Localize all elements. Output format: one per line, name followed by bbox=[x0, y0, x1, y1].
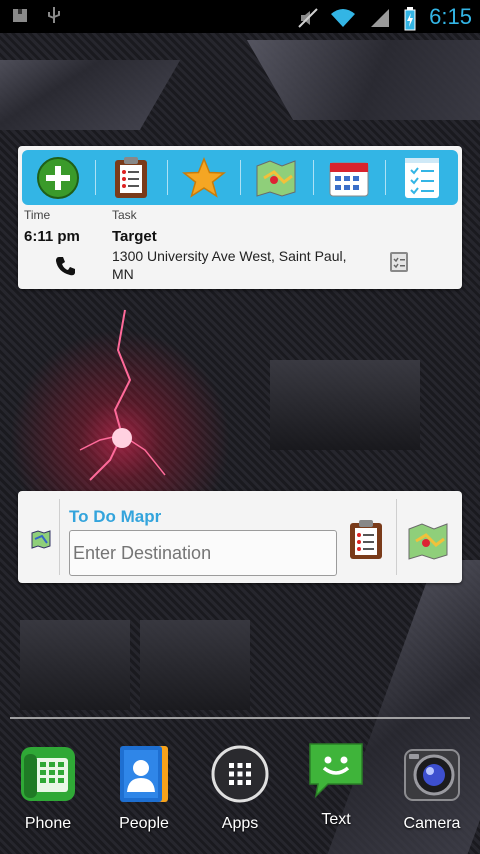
map-icon bbox=[256, 159, 296, 197]
dock-text[interactable]: Text bbox=[299, 740, 373, 829]
dock-label: Text bbox=[321, 811, 351, 828]
dock-label: Apps bbox=[221, 815, 259, 832]
status-bar: 6:15 bbox=[0, 0, 480, 33]
task-column-header: Task bbox=[112, 208, 137, 222]
mapr-widget: To Do Mapr bbox=[18, 491, 462, 583]
home-wallpaper bbox=[0, 0, 480, 854]
phone-icon bbox=[21, 747, 75, 801]
destination-input[interactable] bbox=[69, 530, 337, 576]
time-column-header: Time bbox=[24, 208, 51, 222]
dock-label: People bbox=[119, 815, 169, 832]
dock-phone[interactable]: Phone bbox=[11, 744, 85, 833]
signal-icon bbox=[369, 7, 391, 27]
dock-label: Camera bbox=[403, 815, 461, 832]
add-icon bbox=[37, 156, 80, 199]
apps-grid-icon bbox=[211, 745, 269, 803]
task-detail-button[interactable] bbox=[388, 250, 410, 279]
usb-icon bbox=[44, 6, 64, 26]
divider bbox=[59, 499, 60, 575]
map-button[interactable] bbox=[240, 150, 313, 205]
task-list-button[interactable] bbox=[348, 519, 384, 566]
star-icon bbox=[181, 156, 226, 198]
task-widget-toolbar bbox=[22, 150, 458, 205]
task-time: 6:11 pm bbox=[24, 228, 80, 245]
favorites-button[interactable] bbox=[167, 150, 240, 205]
mapr-settings-button[interactable] bbox=[30, 529, 52, 554]
phone-handset-icon bbox=[56, 257, 75, 276]
clipboard-icon bbox=[115, 156, 147, 198]
dock-divider bbox=[10, 717, 470, 719]
map-icon bbox=[408, 523, 448, 560]
calendar-icon bbox=[329, 162, 369, 196]
checklist-button[interactable] bbox=[385, 150, 458, 205]
status-clock: 6:15 bbox=[429, 4, 472, 29]
task-widget[interactable]: Time Task 6:11 pm Target 1300 University… bbox=[18, 146, 462, 289]
messaging-icon bbox=[309, 743, 363, 799]
mute-icon bbox=[297, 7, 318, 28]
map-small-icon bbox=[31, 530, 51, 549]
wifi-icon bbox=[329, 7, 357, 27]
add-task-button[interactable] bbox=[22, 150, 95, 205]
contacts-icon bbox=[120, 746, 168, 802]
clipboard-icon bbox=[350, 520, 382, 559]
checklist-small-icon bbox=[390, 252, 408, 272]
widget-title: To Do Mapr bbox=[69, 507, 162, 526]
map-button[interactable] bbox=[406, 521, 450, 566]
lightning-graphic bbox=[79, 309, 166, 481]
task-list-button[interactable] bbox=[94, 150, 168, 205]
battery-charging-icon bbox=[403, 7, 417, 31]
dock-people[interactable]: People bbox=[107, 744, 181, 833]
divider bbox=[396, 499, 397, 575]
checklist-icon bbox=[404, 157, 439, 198]
task-address[interactable]: 1300 University Ave West, Saint Paul, MN bbox=[112, 247, 372, 283]
dock-label: Phone bbox=[24, 815, 72, 832]
camera-icon bbox=[404, 749, 460, 801]
dock-apps[interactable]: Apps bbox=[203, 744, 277, 833]
task-name[interactable]: Target bbox=[112, 228, 157, 245]
call-button[interactable] bbox=[54, 255, 76, 282]
package-icon bbox=[10, 6, 30, 26]
dock-camera[interactable]: Camera bbox=[395, 744, 469, 833]
calendar-button[interactable] bbox=[312, 150, 386, 205]
